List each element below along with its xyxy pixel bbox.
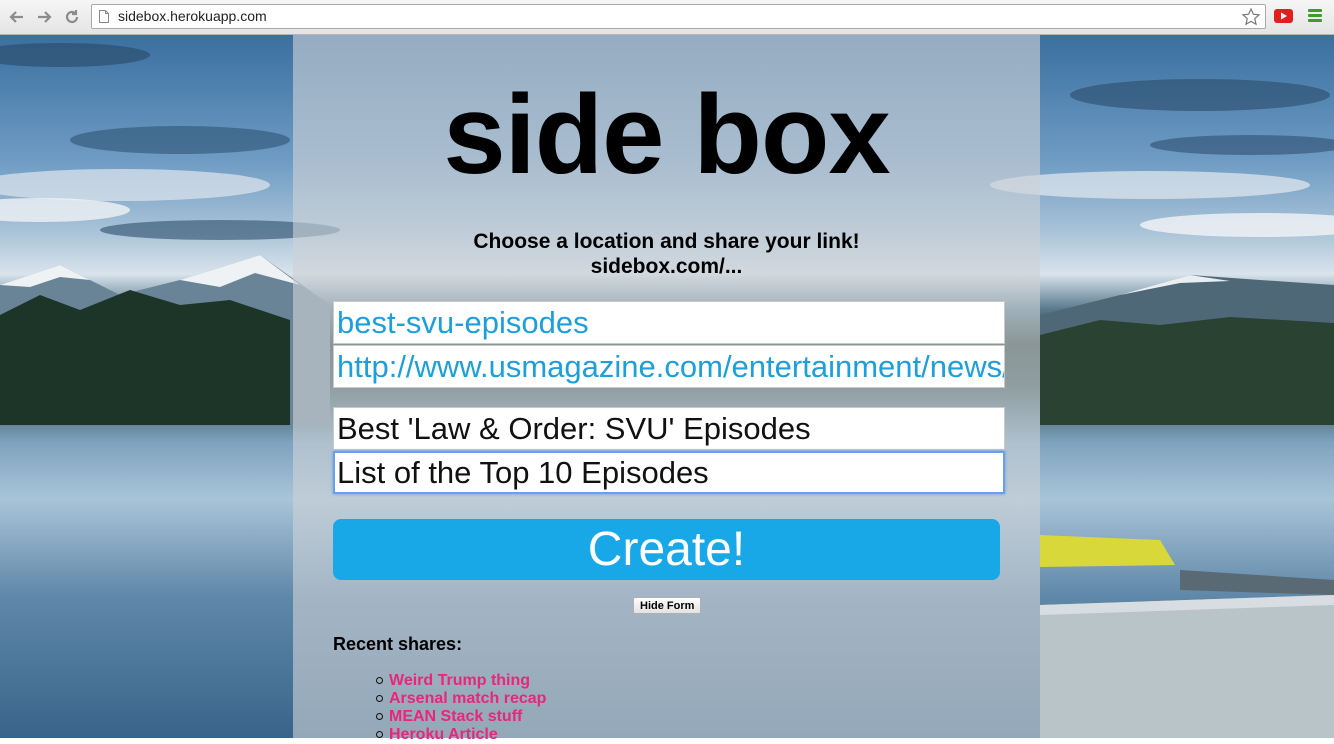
bullet-icon (376, 677, 383, 684)
list-item: Weird Trump thing (376, 672, 546, 690)
reload-icon[interactable] (62, 7, 82, 27)
hamburger-menu-icon[interactable] (1308, 9, 1322, 23)
page-icon (99, 10, 109, 23)
create-button[interactable]: Create! (333, 519, 1000, 580)
star-icon[interactable] (1241, 7, 1261, 27)
bullet-icon (376, 695, 383, 702)
subtitle: Choose a location and share your link! s… (293, 229, 1040, 279)
recent-shares-title: Recent shares: (333, 634, 463, 654)
recent-share-link[interactable]: MEAN Stack stuff (389, 708, 522, 725)
list-item: Arsenal match recap (376, 690, 546, 708)
recent-share-link[interactable]: Heroku Article (389, 726, 498, 743)
address-bar[interactable]: sidebox.herokuapp.com (91, 4, 1266, 29)
logo-title: side box (443, 72, 890, 197)
forward-arrow-icon[interactable] (34, 7, 54, 27)
bullet-icon (376, 713, 383, 720)
main-panel: side box Choose a location and share you… (293, 35, 1040, 743)
recent-shares-list: Weird Trump thing Arsenal match recap ME… (376, 672, 546, 744)
description-input[interactable]: List of the Top 10 Episodes (333, 451, 1005, 494)
title-input[interactable]: Best 'Law & Order: SVU' Episodes (333, 407, 1005, 450)
url-text[interactable]: sidebox.herokuapp.com (118, 8, 267, 24)
link-input[interactable]: http://www.usmagazine.com/entertainment/… (333, 345, 1005, 388)
recent-share-link[interactable]: Arsenal match recap (389, 690, 546, 707)
location-input[interactable]: best-svu-episodes (333, 301, 1005, 344)
youtube-icon[interactable] (1274, 9, 1293, 23)
browser-toolbar: sidebox.herokuapp.com (0, 0, 1334, 35)
subtitle-instruction: Choose a location and share your link! (473, 230, 860, 253)
list-item: Heroku Article (376, 726, 546, 744)
bullet-icon (376, 731, 383, 738)
recent-share-link[interactable]: Weird Trump thing (389, 672, 530, 689)
subtitle-url-prefix: sidebox.com/... (590, 255, 743, 278)
hide-form-button[interactable]: Hide Form (633, 597, 702, 614)
back-arrow-icon[interactable] (7, 7, 27, 27)
dock (1040, 535, 1334, 738)
list-item: MEAN Stack stuff (376, 708, 546, 726)
